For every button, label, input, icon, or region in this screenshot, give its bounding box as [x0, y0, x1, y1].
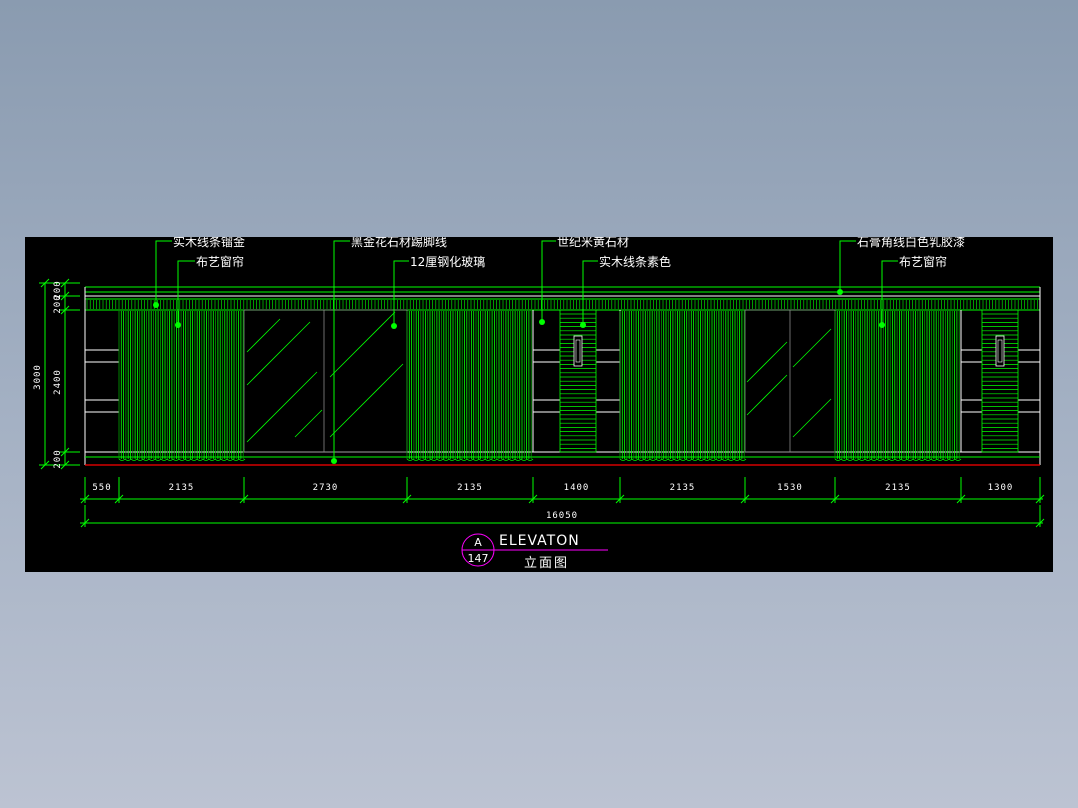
- label-fabric-curtain-left: 布艺窗帘: [196, 254, 244, 269]
- drawing-title: ELEVATON: [499, 533, 580, 549]
- glass-panel-right: [744, 309, 836, 453]
- stone-columns: [559, 309, 1019, 453]
- label-gilded-wood-moulding: 实木线条镏金: [173, 237, 245, 249]
- leader-dots: [153, 289, 885, 464]
- dim-horizontal-3: 2730: [313, 483, 339, 493]
- label-tempered-glass: 12厘钢化玻璃: [410, 255, 485, 269]
- dim-vertical-3: 2400: [53, 369, 63, 395]
- dim-horizontal-5: 1400: [564, 483, 590, 493]
- dim-total-width: 16050: [546, 511, 578, 521]
- dim-vertical-4: 200: [53, 449, 63, 468]
- drawing-subtitle: 立面图: [524, 556, 569, 571]
- dim-horizontal-8: 2135: [885, 483, 911, 493]
- dentil-moulding: [86, 300, 1038, 309]
- dim-horizontal-9: 1300: [988, 483, 1014, 493]
- curtains: [118, 311, 962, 461]
- elevation-drawing: 实木线条镏金 布艺窗帘 黑金花石材踢脚线 12厘钢化玻璃 世纪米黄石材 实木线条…: [33, 237, 1045, 571]
- dim-horizontal-7: 1530: [777, 483, 803, 493]
- dim-horizontal-6: 2135: [670, 483, 696, 493]
- horizontal-dimension-labels: 550 2135 2730 2135 1400 2135 1530 2135 1300: [92, 483, 1014, 493]
- label-beige-stone: 世纪米黄石材: [557, 237, 629, 249]
- drawing-sheet: 实木线条镏金 布艺窗帘 黑金花石材踢脚线 12厘钢化玻璃 世纪米黄石材 实木线条…: [25, 237, 1053, 572]
- marker-number: 147: [468, 552, 489, 565]
- label-black-marble-skirting: 黑金花石材踢脚线: [351, 237, 447, 249]
- glass-panel-left: [243, 309, 408, 453]
- title-block: A 147 ELEVATON 立面图: [461, 533, 608, 571]
- label-plaster-cornice: 石膏角线白色乳胶漆: [857, 237, 965, 249]
- dim-vertical-total: 3000: [33, 364, 43, 390]
- dim-horizontal-2: 2135: [169, 483, 195, 493]
- dim-vertical-2: 200: [53, 294, 63, 313]
- marker-letter: A: [474, 536, 482, 549]
- dim-horizontal-4: 2135: [457, 483, 483, 493]
- label-fabric-curtain-right: 布艺窗帘: [899, 254, 947, 269]
- label-plain-wood-moulding: 实木线条素色: [599, 254, 671, 269]
- dim-horizontal-1: 550: [92, 483, 111, 493]
